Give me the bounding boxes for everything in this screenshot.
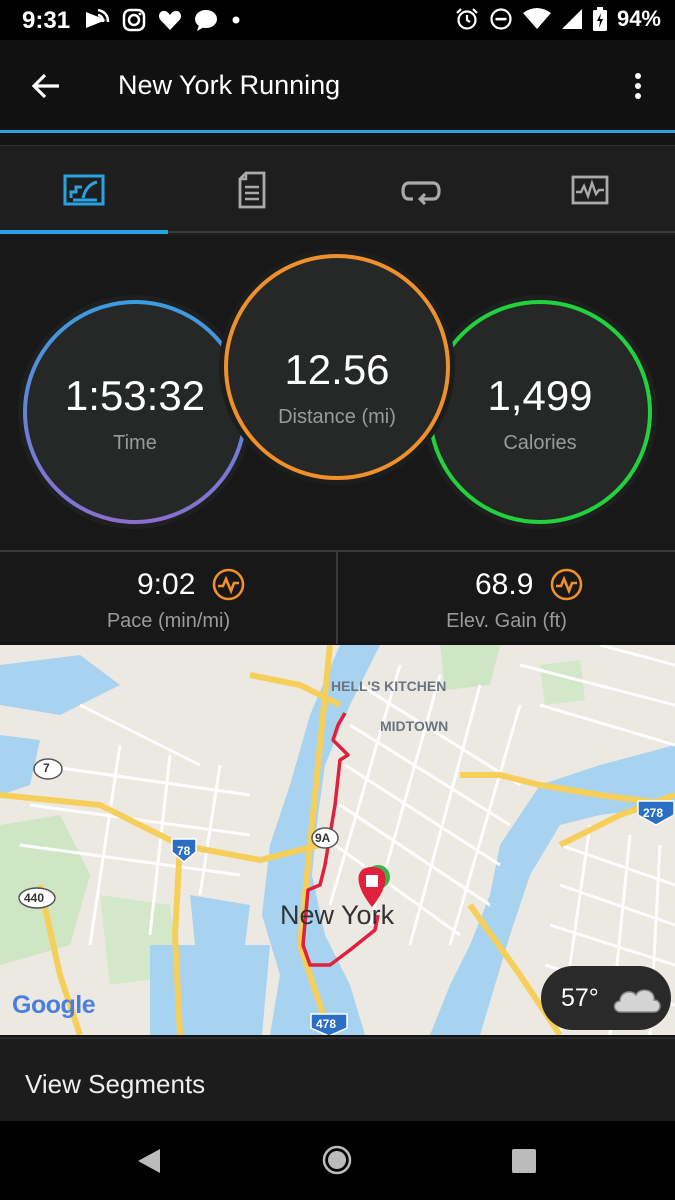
shield-label-278: 278 [643, 806, 664, 820]
back-button[interactable] [22, 64, 70, 108]
charts-icon [571, 175, 609, 205]
details-icon [238, 171, 266, 209]
pace-chart-icon [212, 568, 245, 601]
more-options-button[interactable] [620, 64, 656, 108]
elevation-stat[interactable]: 68.9 Elev. Gain (ft) [338, 552, 675, 644]
tab-details[interactable] [168, 146, 336, 234]
chat-icon [195, 10, 217, 31]
wifi-icon [522, 8, 551, 29]
weather-badge: 57° [541, 966, 671, 1030]
shield-label-78: 78 [177, 844, 191, 858]
do-not-disturb-icon [490, 8, 512, 30]
heart-icon [158, 10, 182, 30]
tab-charts[interactable] [506, 146, 674, 234]
distance-stat: 12.56 Distance (mi) [227, 346, 447, 429]
google-attribution: Google [12, 991, 96, 1019]
tab-laps[interactable] [337, 146, 505, 234]
tab-overview[interactable] [0, 146, 168, 234]
laps-icon [401, 181, 441, 205]
app-bar-accent-line [0, 130, 675, 133]
dot-icon [232, 16, 240, 24]
system-icons: 94% [455, 6, 661, 32]
nav-back-icon[interactable] [135, 1147, 163, 1175]
notification-icons [84, 8, 242, 32]
more-vertical-icon [635, 73, 641, 99]
active-tab-indicator [0, 230, 168, 234]
signal-icon [561, 9, 582, 29]
nav-home-icon[interactable] [322, 1145, 352, 1175]
instagram-icon [122, 8, 146, 32]
cloud-icon [613, 989, 661, 1013]
map-label-midtown: MIDTOWN [380, 718, 449, 734]
calories-value: 1,499 [487, 372, 593, 419]
battery-icon [592, 7, 607, 31]
calories-label: Calories [503, 432, 577, 454]
pace-stat[interactable]: 9:02 Pace (min/mi) [0, 552, 337, 644]
cast-icon [86, 8, 110, 28]
time-value: 1:53:32 [64, 372, 206, 419]
nav-recents-icon[interactable] [510, 1147, 538, 1175]
battery-percent: 94% [616, 6, 661, 31]
elevation-chart-icon [550, 568, 583, 601]
tab-bar [0, 145, 675, 235]
pace-label: Pace (min/mi) [106, 610, 231, 632]
shield-label-440: 440 [24, 891, 45, 905]
map-label-city: New York [280, 900, 395, 930]
view-segments-label: View Segments [25, 1069, 206, 1099]
calories-stat: 1,499 Calories [430, 372, 650, 455]
system-nav-bar [0, 1121, 675, 1200]
view-segments-row[interactable]: View Segments [0, 1037, 675, 1121]
shield-label-478: 478 [316, 1017, 337, 1031]
sub-stats: 9:02 Pace (min/mi) 68.9 Elev. Gain (ft) [0, 550, 675, 644]
overview-icon [63, 174, 105, 206]
time-stat: 1:53:32 Time [25, 372, 245, 455]
tab-divider [168, 231, 675, 233]
shield-label-9a: 9A [315, 831, 331, 845]
status-time: 9:31 [22, 7, 71, 34]
back-arrow-icon [31, 73, 59, 99]
elevation-label: Elev. Gain (ft) [446, 610, 567, 632]
page-title: New York Running [118, 70, 341, 100]
shield-label-7: 7 [43, 761, 50, 775]
alarm-icon [456, 8, 478, 30]
time-label: Time [113, 432, 157, 454]
elevation-value: 68.9 [475, 568, 534, 601]
distance-value: 12.56 [284, 346, 390, 393]
weather-temp: 57° [561, 984, 599, 1012]
pace-value: 9:02 [137, 568, 196, 601]
status-bar: 9:31 94% [0, 0, 675, 40]
distance-label: Distance (mi) [278, 406, 396, 428]
map-label-hells-kitchen: HELL'S KITCHEN [331, 678, 447, 694]
